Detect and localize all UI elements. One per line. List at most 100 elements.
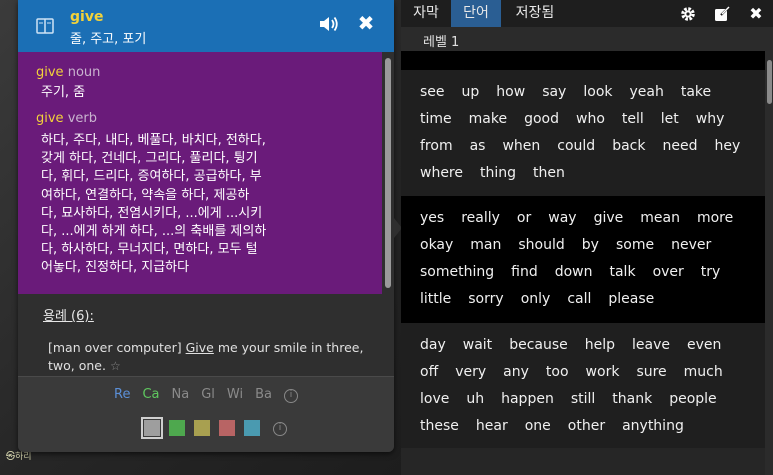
word-item[interactable]: much <box>684 364 723 380</box>
word-item[interactable]: good <box>524 111 559 127</box>
word-item[interactable]: anything <box>622 418 684 434</box>
word-item[interactable]: when <box>502 138 540 154</box>
word-item[interactable]: take <box>681 84 711 100</box>
word-item[interactable]: where <box>420 165 463 181</box>
word-item[interactable]: could <box>557 138 595 154</box>
word-item[interactable]: tell <box>622 111 644 127</box>
word-item[interactable]: thing <box>480 165 516 181</box>
word-item[interactable]: people <box>669 391 716 407</box>
word-item[interactable]: back <box>612 138 645 154</box>
word-item[interactable]: some <box>616 237 654 253</box>
word-item[interactable]: give <box>594 210 624 226</box>
word-item[interactable]: why <box>696 111 725 127</box>
word-item[interactable]: never <box>671 237 711 253</box>
open-external-icon[interactable] <box>713 5 731 23</box>
word-item[interactable]: talk <box>609 264 635 280</box>
info-icon[interactable]: i <box>283 389 298 403</box>
word-item[interactable]: should <box>518 237 564 253</box>
word-item[interactable]: still <box>571 391 595 407</box>
word-item[interactable]: hey <box>714 138 740 154</box>
word-item[interactable]: see <box>420 84 445 100</box>
word-item[interactable]: then <box>533 165 565 181</box>
word-item[interactable]: leave <box>632 337 670 353</box>
word-item[interactable]: way <box>548 210 576 226</box>
source-ca[interactable]: Ca <box>142 387 159 405</box>
speaker-icon[interactable] <box>318 14 340 34</box>
word-item[interactable]: yes <box>420 210 444 226</box>
word-item[interactable]: who <box>576 111 605 127</box>
word-item[interactable]: off <box>420 364 438 380</box>
word-item[interactable]: happen <box>501 391 554 407</box>
word-item[interactable]: these <box>420 418 459 434</box>
word-item[interactable]: any <box>503 364 529 380</box>
word-item[interactable]: from <box>420 138 453 154</box>
word-list-scrollbar-track[interactable] <box>765 51 773 475</box>
word-item[interactable]: day <box>420 337 446 353</box>
info-icon[interactable]: i <box>273 422 287 436</box>
word-item[interactable]: man <box>470 237 501 253</box>
word-item[interactable]: over <box>653 264 684 280</box>
source-gl[interactable]: Gl <box>201 387 215 405</box>
close-icon[interactable]: ✖ <box>356 12 376 34</box>
gear-icon[interactable] <box>679 5 697 23</box>
examples-heading[interactable]: 용례 (6): <box>43 305 94 324</box>
word-item[interactable]: thank <box>612 391 652 407</box>
color-swatch[interactable] <box>219 420 235 436</box>
word-item[interactable]: help <box>585 337 615 353</box>
word-item[interactable]: very <box>455 364 486 380</box>
popup-scrollbar-thumb[interactable] <box>385 58 391 288</box>
source-ba[interactable]: Ba <box>255 387 272 405</box>
word-item[interactable]: try <box>701 264 721 280</box>
word-item[interactable]: only <box>521 291 551 307</box>
word-item[interactable]: how <box>496 84 525 100</box>
word-item[interactable]: call <box>567 291 591 307</box>
word-item[interactable]: or <box>517 210 531 226</box>
source-na[interactable]: Na <box>172 387 190 405</box>
source-re[interactable]: Re <box>114 387 130 405</box>
word-item[interactable]: uh <box>466 391 484 407</box>
word-item[interactable]: more <box>697 210 733 226</box>
word-item[interactable]: something <box>420 264 494 280</box>
word-item[interactable]: let <box>661 111 679 127</box>
word-item[interactable]: because <box>509 337 568 353</box>
color-swatch[interactable] <box>194 420 210 436</box>
word-item[interactable]: wait <box>463 337 492 353</box>
word-item[interactable]: sure <box>636 364 666 380</box>
close-icon[interactable]: ✖ <box>747 5 765 23</box>
word-item[interactable]: other <box>568 418 605 434</box>
word-item[interactable]: one <box>525 418 551 434</box>
word-item[interactable]: mean <box>640 210 680 226</box>
tab-words[interactable]: 단어 <box>451 0 501 27</box>
word-item[interactable]: up <box>462 84 480 100</box>
word-item[interactable]: yeah <box>630 84 664 100</box>
word-item[interactable]: look <box>583 84 612 100</box>
dictionary-popup: give 줄, 주고, 포기 ✖ give noun 주기, 줌 give ve… <box>18 0 394 452</box>
word-item[interactable]: find <box>511 264 538 280</box>
tab-subtitles[interactable]: 자막 <box>401 0 451 27</box>
word-item[interactable]: by <box>582 237 599 253</box>
tab-saved[interactable]: 저장됨 <box>501 0 569 27</box>
word-item[interactable]: even <box>687 337 721 353</box>
word-item[interactable]: too <box>546 364 569 380</box>
word-item[interactable]: time <box>420 111 452 127</box>
headword: give <box>70 9 104 25</box>
star-icon[interactable]: ☆ <box>110 359 121 373</box>
word-item[interactable]: okay <box>420 237 453 253</box>
word-item[interactable]: little <box>420 291 451 307</box>
word-item[interactable]: make <box>469 111 507 127</box>
word-item[interactable]: as <box>470 138 486 154</box>
word-item[interactable]: need <box>662 138 697 154</box>
word-item[interactable]: love <box>420 391 449 407</box>
word-list-scrollbar-thumb[interactable] <box>767 60 772 104</box>
source-wi[interactable]: Wi <box>227 387 243 405</box>
word-item[interactable]: please <box>608 291 654 307</box>
color-swatch[interactable] <box>244 420 260 436</box>
color-swatch[interactable] <box>169 420 185 436</box>
word-item[interactable]: sorry <box>468 291 503 307</box>
word-item[interactable]: say <box>542 84 566 100</box>
color-swatch[interactable] <box>141 417 163 439</box>
word-item[interactable]: hear <box>476 418 508 434</box>
word-item[interactable]: down <box>555 264 593 280</box>
word-item[interactable]: work <box>586 364 620 380</box>
word-item[interactable]: really <box>461 210 500 226</box>
